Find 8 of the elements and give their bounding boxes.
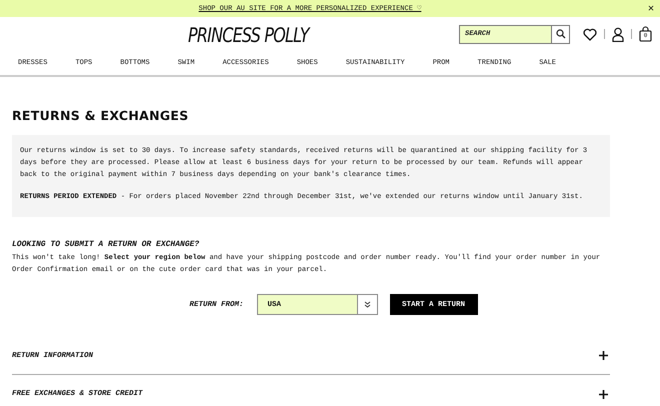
caret-icon	[364, 301, 370, 308]
page-title: RETURNS & EXCHANGES	[12, 108, 190, 123]
close-button[interactable]: ✕	[648, 3, 654, 15]
user-icon[interactable]	[612, 26, 624, 42]
heart-icon[interactable]	[583, 28, 597, 40]
logo[interactable]: PRINCESS POLLY	[188, 23, 392, 47]
search-icon	[556, 29, 566, 39]
section-heading: LOOKING TO SUBMIT A RETURN OR EXCHANGE?	[12, 240, 200, 249]
